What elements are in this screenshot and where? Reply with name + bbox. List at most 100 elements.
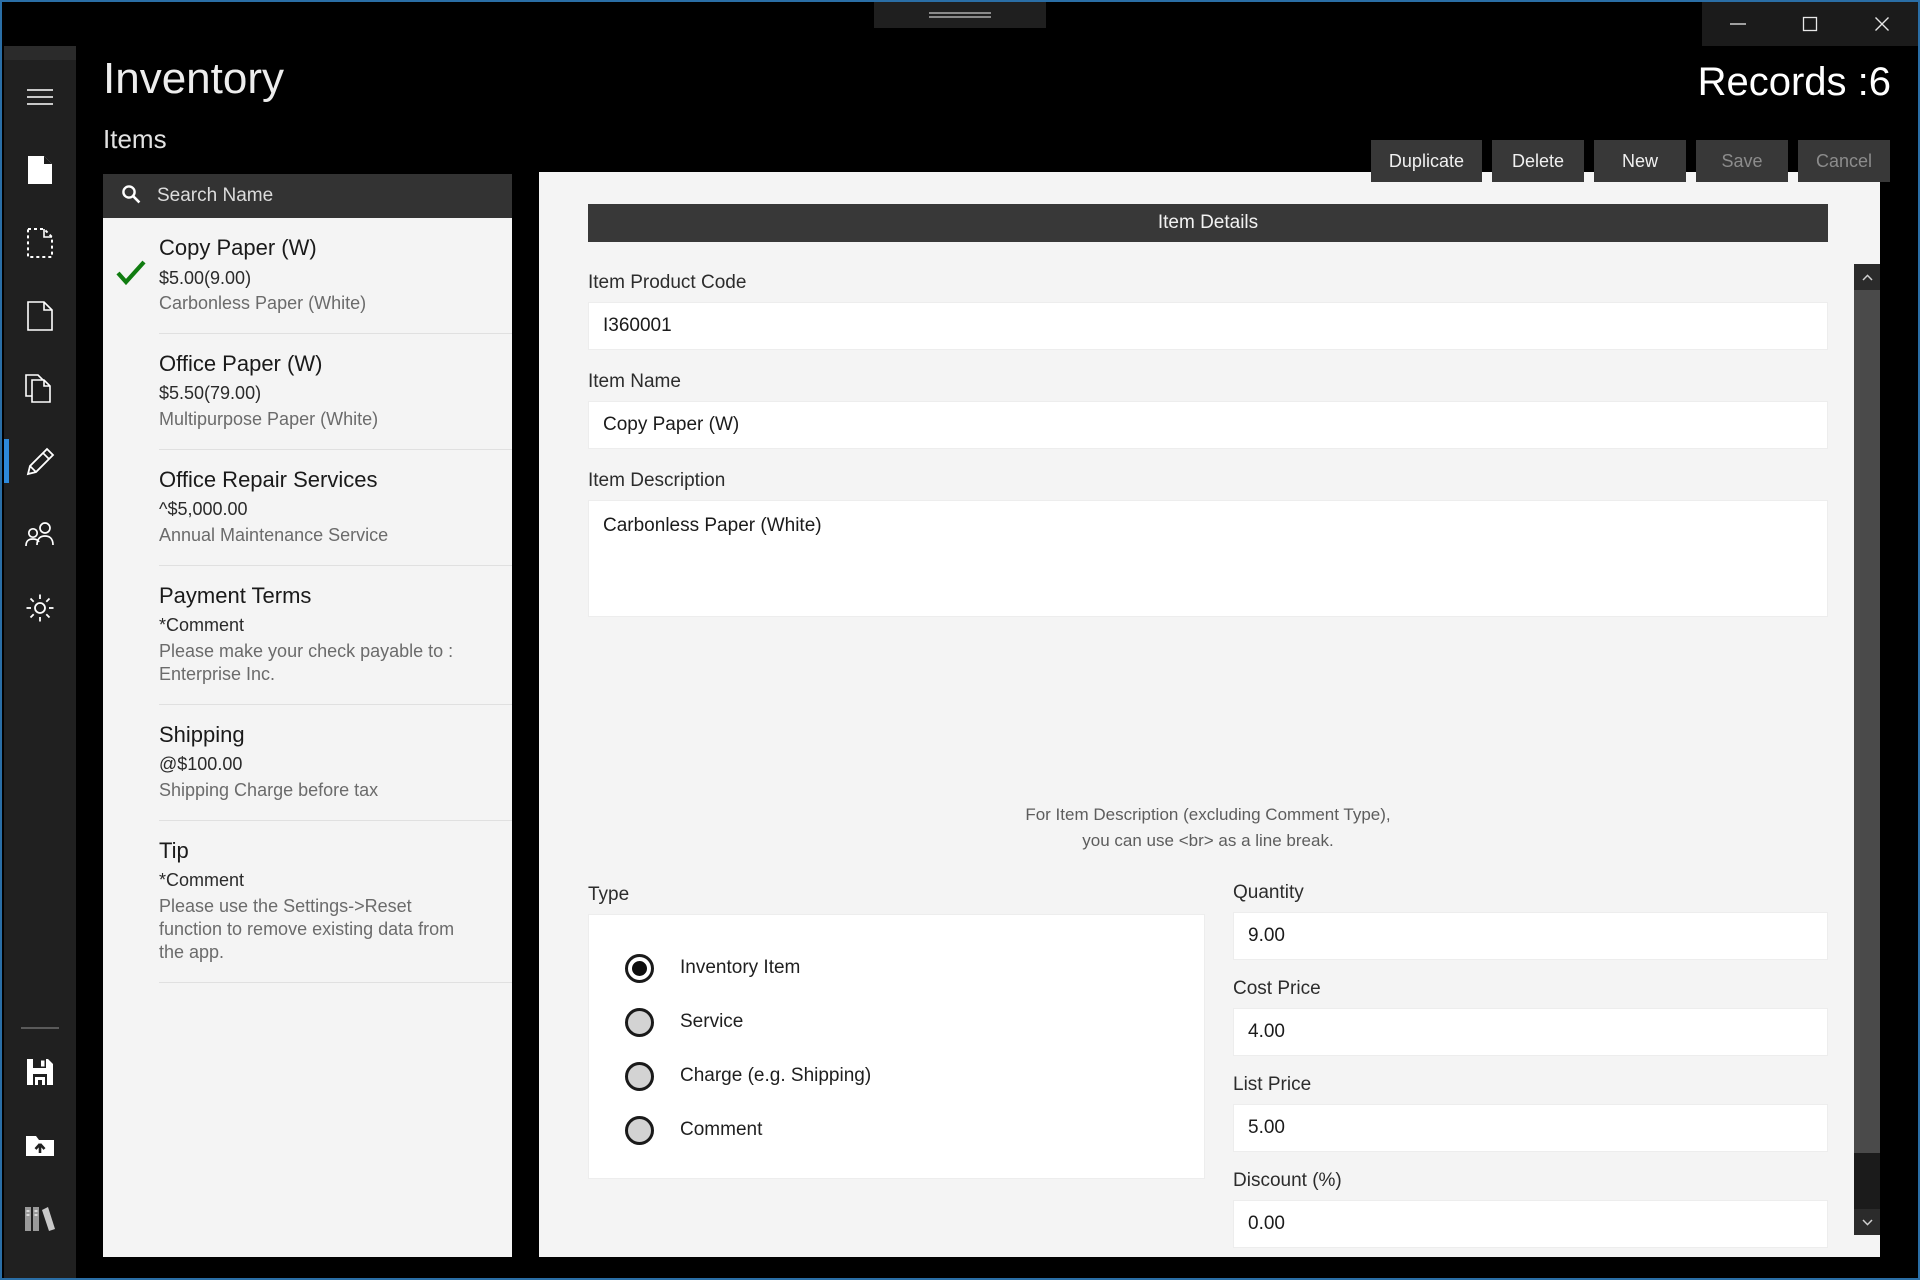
radio-label: Inventory Item [680,957,800,979]
item-list-pane: Search Name Copy Paper (W) $5.00(9.00) C… [103,174,512,1257]
sidebar-item-upload[interactable] [4,1108,76,1181]
list-item[interactable]: Payment Terms *Comment Please make your … [103,566,512,705]
discount-input[interactable]: 0.00 [1233,1200,1828,1248]
sidebar-item-library[interactable] [4,1181,76,1254]
navigation-rail [4,4,76,1280]
list-item-name: Office Repair Services [159,466,468,494]
list-item[interactable]: Shipping @$100.00 Shipping Charge before… [103,705,512,821]
description-hint-line1: For Item Description (excluding Comment … [588,802,1828,828]
selected-check-placeholder [103,821,159,983]
records-count: Records :6 [1698,60,1891,105]
maximize-button[interactable] [1774,2,1846,46]
copy-documents-icon [25,374,55,404]
list-item-price: *Comment [159,869,468,892]
item-name-field: Item Name Copy Paper (W) [588,371,1828,449]
detail-scroll-region: Item Details Item Product Code I360001 I… [539,172,1880,1257]
type-field-group: Type Inventory Item Service Charge (e.g.… [588,884,1205,1179]
quantity-label: Quantity [1233,882,1828,904]
list-price-label: List Price [1233,1074,1828,1096]
list-item-description: Please use the Settings->Reset function … [159,895,468,964]
item-description-label: Item Description [588,470,1828,492]
quantity-field: Quantity 9.00 [1233,882,1828,960]
item-name-label: Item Name [588,371,1828,393]
radio-label: Service [680,1011,743,1033]
radio-comment[interactable]: Comment [589,1103,1204,1157]
list-item-name: Shipping [159,721,468,749]
people-contacts-icon [24,521,56,549]
radio-inventory-item[interactable]: Inventory Item [589,941,1204,995]
action-button-group: Duplicate Delete New Save Cancel [1371,140,1890,182]
detail-scrollbar[interactable] [1854,264,1880,1235]
upload-folder-icon [25,1132,55,1158]
item-name-input[interactable]: Copy Paper (W) [588,401,1828,449]
radio-button-icon [625,1062,654,1091]
list-item[interactable]: Tip *Comment Please use the Settings->Re… [103,821,512,983]
sidebar-item-document[interactable] [4,279,76,352]
scroll-up-arrow-icon[interactable] [1854,264,1880,290]
save-button[interactable]: Save [1696,140,1788,182]
sidebar-item-contacts[interactable] [4,498,76,571]
list-item[interactable]: Copy Paper (W) $5.00(9.00) Carbonless Pa… [103,218,512,334]
duplicate-button[interactable]: Duplicate [1371,140,1482,182]
pencil-edit-icon [25,447,55,477]
navigation-rail-bottom [4,1003,76,1254]
radio-button-icon [625,1116,654,1145]
numeric-field-column: Quantity 9.00 Cost Price 4.00 List Price… [1233,882,1828,1257]
radio-button-icon [625,954,654,983]
scroll-down-arrow-icon[interactable] [1854,1209,1880,1235]
list-item[interactable]: Office Paper (W) $5.50(79.00) Multipurpo… [103,334,512,450]
drag-handle-bars-icon [929,10,991,20]
list-item-name: Tip [159,837,468,865]
list-item-price: $5.50(79.00) [159,382,468,405]
sidebar-item-copy[interactable] [4,352,76,425]
sidebar-item-draft-document[interactable] [4,206,76,279]
document-filled-icon [27,155,53,185]
cost-price-field: Cost Price 4.00 [1233,978,1828,1056]
cancel-button[interactable]: Cancel [1798,140,1890,182]
save-floppy-icon [26,1058,54,1086]
cost-price-label: Cost Price [1233,978,1828,1000]
window-drag-handle[interactable] [874,2,1046,28]
minimize-button[interactable] [1702,2,1774,46]
list-price-input[interactable]: 5.00 [1233,1104,1828,1152]
scrollbar-track[interactable] [1854,290,1880,1153]
sidebar-item-menu[interactable] [4,60,76,133]
item-description-field: Item Description Carbonless Paper (White… [588,470,1828,617]
radio-label: Comment [680,1119,762,1141]
discount-label: Discount (%) [1233,1170,1828,1192]
list-item-description: Please make your check payable to : Ente… [159,640,468,686]
radio-charge[interactable]: Charge (e.g. Shipping) [589,1049,1204,1103]
selected-check-placeholder [103,705,159,821]
product-code-field: Item Product Code I360001 [588,272,1828,350]
quantity-input[interactable]: 9.00 [1233,912,1828,960]
item-description-input[interactable]: Carbonless Paper (White) [588,500,1828,617]
search-input[interactable]: Search Name [157,185,273,207]
list-item-price: $5.00(9.00) [159,267,468,290]
close-button[interactable] [1846,2,1918,46]
search-bar[interactable]: Search Name [103,174,512,218]
hamburger-menu-icon [26,88,54,106]
product-code-input[interactable]: I360001 [588,302,1828,350]
item-list: Copy Paper (W) $5.00(9.00) Carbonless Pa… [103,218,512,983]
sidebar-item-edit[interactable] [4,425,76,498]
selected-check-placeholder [103,334,159,450]
app-window: Inventory Items Records :6 Duplicate Del… [0,0,1920,1280]
cost-price-input[interactable]: 4.00 [1233,1008,1828,1056]
list-item-price: ^$5,000.00 [159,498,468,521]
radio-service[interactable]: Service [589,995,1204,1049]
delete-button[interactable]: Delete [1492,140,1584,182]
list-item[interactable]: Office Repair Services ^$5,000.00 Annual… [103,450,512,566]
type-label: Type [588,884,1205,906]
new-button[interactable]: New [1594,140,1686,182]
description-hint: For Item Description (excluding Comment … [588,802,1828,855]
sidebar-item-new-document[interactable] [4,133,76,206]
item-details-header: Item Details [588,204,1828,242]
scrollbar-thumb[interactable] [1854,290,1880,1058]
books-library-icon [24,1204,56,1232]
discount-field: Discount (%) 0.00 [1233,1170,1828,1248]
list-item-description: Annual Maintenance Service [159,524,468,547]
sidebar-item-save[interactable] [4,1035,76,1108]
selected-check [103,218,159,334]
radio-button-icon [625,1008,654,1037]
sidebar-item-settings[interactable] [4,571,76,644]
